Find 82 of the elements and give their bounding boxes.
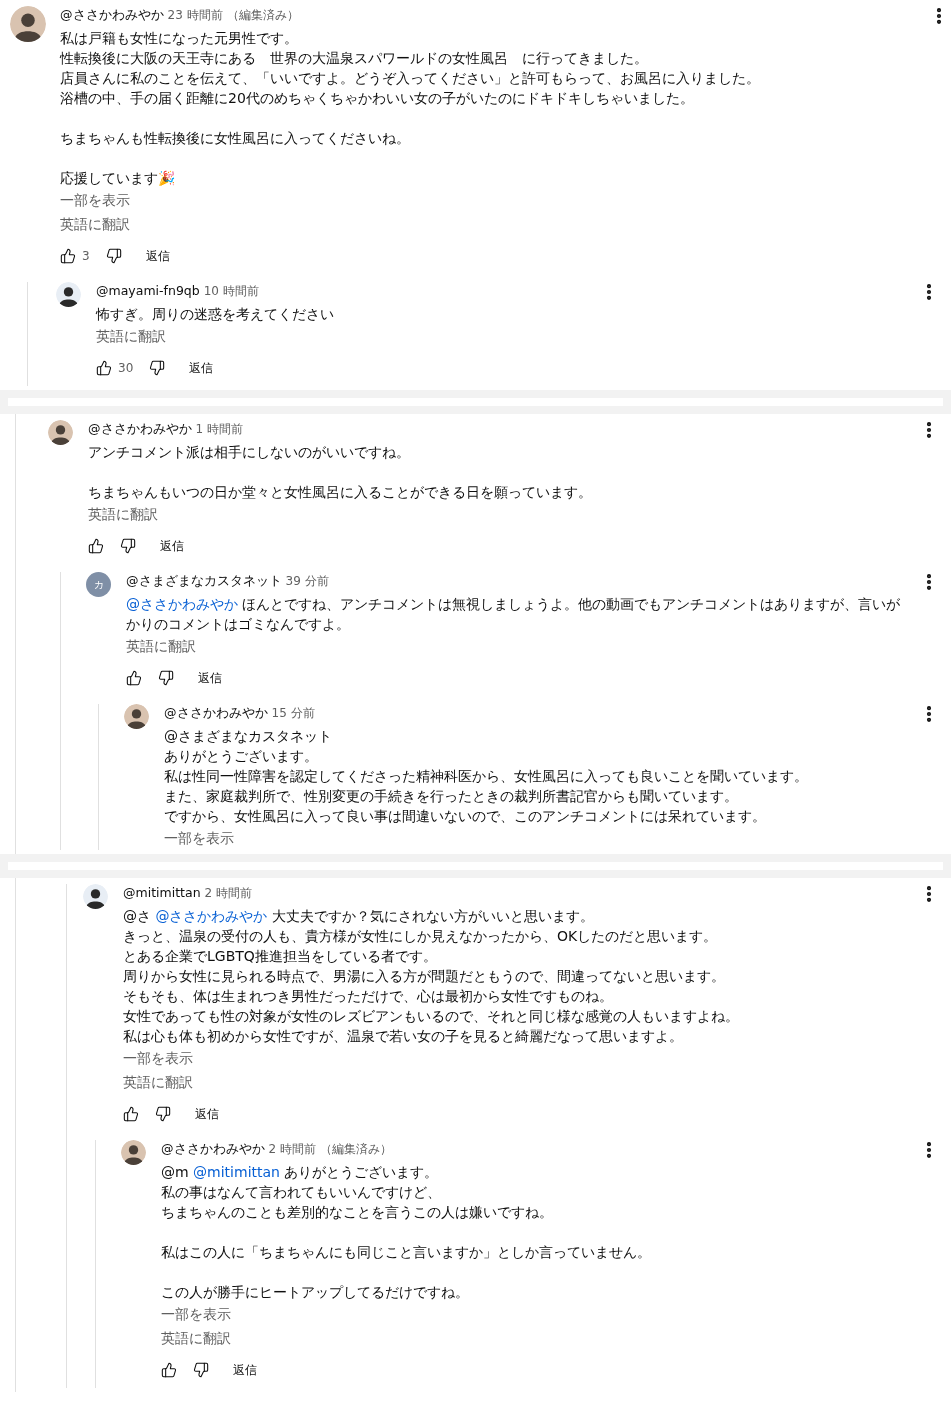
avatar[interactable] <box>10 6 46 42</box>
reply-button[interactable]: 返信 <box>156 537 188 555</box>
dislike-icon[interactable] <box>120 538 136 554</box>
like-count: 3 <box>82 248 90 265</box>
author-name[interactable]: @mayami-fn9qb <box>96 282 200 301</box>
comment-text: @さまざまなカスタネット <box>164 727 333 746</box>
comment-text: 怖すぎ。周りの迷惑を考えてください <box>96 305 335 324</box>
comment-time[interactable]: 2 時間前 <box>268 1140 316 1158</box>
comment-text: 性転換後に大阪の天王寺にある 世界の大温泉スパワールドの女性風呂 に行ってきました。 <box>60 49 649 68</box>
author-name[interactable]: @ささかわみやか <box>161 1140 265 1159</box>
edited-label: （編集済み） <box>319 1141 392 1158</box>
reply-button[interactable]: 返信 <box>194 669 226 687</box>
comment-text: ちまちゃんのことも差別的なことを言うこの人は嫌いですね。 <box>161 1203 554 1222</box>
translate-link[interactable]: 英語に翻訳 <box>60 212 130 236</box>
comment-text: そもそも、体は生まれつき男性だっただけで、心は最初から女性ですものね。 <box>123 987 614 1006</box>
mention-link[interactable]: @ささかわみやか <box>155 908 268 924</box>
avatar[interactable] <box>121 1140 146 1165</box>
avatar[interactable] <box>83 884 108 909</box>
comment-text: この人が勝手にヒートアップしてるだけですね。 <box>161 1283 470 1302</box>
comment-text: 女性であっても性の対象が女性のレズビアンもいるので、それと同じ様な感覚の人もいますよね。 <box>123 1007 740 1026</box>
comment-text: きっと、温泉の受付の人も、貴方様が女性にしか見えなかったから、OKしたのだと思います。 <box>123 927 719 946</box>
like-icon[interactable] <box>126 670 142 686</box>
comment-time[interactable]: 1 時間前 <box>195 420 243 438</box>
comment-text: ちまちゃんもいつの日か堂々と女性風呂に入ることができる日を願っています。 <box>88 483 593 502</box>
show-more-link[interactable]: 一部を表示 <box>123 1046 193 1070</box>
translate-link[interactable]: 英語に翻訳 <box>161 1326 231 1350</box>
author-name[interactable]: @ささかわみやか <box>164 704 268 723</box>
comment-text: アンチコメント派は相手にしないのがいいですね。 <box>88 443 411 462</box>
show-more-link[interactable]: 一部を表示 <box>164 826 234 850</box>
comment-time[interactable]: 39 分前 <box>285 572 329 590</box>
author-name[interactable]: @ささかわみやか <box>60 6 164 25</box>
comment-text: 私は戸籍も女性になった元男性です。 <box>60 29 299 48</box>
avatar[interactable] <box>124 704 149 729</box>
show-more-link[interactable]: 一部を表示 <box>161 1302 231 1326</box>
dislike-icon[interactable] <box>149 360 166 376</box>
reply-button[interactable]: 返信 <box>229 1361 261 1379</box>
reply-button[interactable]: 返信 <box>141 247 174 265</box>
comment-text: とある企業でLGBTQ推進担当をしている者です。 <box>123 947 438 966</box>
comment-time[interactable]: 10 時間前 <box>203 282 259 300</box>
dislike-icon[interactable] <box>105 248 122 264</box>
comment-text: 私は性同一性障害を認定してくださった精神科医から、女性風呂に入っても良いことを聞いています。 <box>164 767 809 786</box>
reply-button[interactable]: 返信 <box>191 1105 223 1123</box>
comment-text: また、家庭裁判所で、性別変更の手続きを行ったときの裁判所書記官からも聞いています。 <box>164 787 739 806</box>
like-count: 30 <box>118 360 134 377</box>
comment-text: @さ @ささかわみやか 大丈夫ですか？気にされない方がいいと思います。 <box>123 907 595 926</box>
like-icon[interactable] <box>60 248 76 264</box>
translate-link[interactable]: 英語に翻訳 <box>123 1070 193 1094</box>
translate-link[interactable]: 英語に翻訳 <box>88 502 158 526</box>
show-more-link[interactable]: 一部を表示 <box>60 188 130 212</box>
dislike-icon[interactable] <box>158 670 174 686</box>
comment-text: 私はこの人に「ちまちゃんにも同じこと言いますか」としか言っていません。 <box>161 1243 652 1262</box>
author-name[interactable]: @mitimittan <box>123 884 201 903</box>
like-icon[interactable] <box>96 360 112 376</box>
dislike-icon[interactable] <box>155 1106 171 1122</box>
author-name[interactable]: @さまざまなカスタネット <box>126 572 282 591</box>
translate-link[interactable]: 英語に翻訳 <box>96 324 166 348</box>
mention-link[interactable]: @mitimittan <box>193 1164 280 1180</box>
comment-text: ありがとうございます。 <box>164 747 319 766</box>
avatar[interactable] <box>56 282 81 307</box>
comment-text: @m @mitimittan ありがとうございます。 <box>161 1163 440 1182</box>
reply-button[interactable]: 返信 <box>185 359 218 377</box>
comment-text: 周りから女性に見られる時点で、男湯に入る方が問題だともうので、間違ってないと思います。 <box>123 967 726 986</box>
translate-link[interactable]: 英語に翻訳 <box>126 634 196 658</box>
like-icon[interactable] <box>88 538 104 554</box>
avatar[interactable] <box>48 420 73 445</box>
comment-text: 店員さんに私のことを伝えて、「いいですよ。どうぞ入ってください」と許可もらって、お風呂に入りました。 <box>60 69 761 88</box>
like-icon[interactable] <box>161 1362 177 1378</box>
comment-time[interactable]: 23 時間前 <box>167 6 223 24</box>
comment-text: 私の事はなんて言われてもいいんですけど、 <box>161 1183 442 1202</box>
author-name[interactable]: @ささかわみやか <box>88 420 192 439</box>
dislike-icon[interactable] <box>193 1362 209 1378</box>
comment-text: ですから、女性風呂に入って良い事は間違いないので、このアンチコメントには呆れています。 <box>164 807 767 826</box>
comment-time[interactable]: 15 分前 <box>271 704 315 722</box>
comment-text: 浴槽の中、手の届く距離に20代のめちゃくちゃかわいい女の子がいたのにドキドキしちゃいました。 <box>60 89 695 108</box>
comment-time[interactable]: 2 時間前 <box>204 884 252 902</box>
mention-link[interactable]: @ささかわみやか <box>126 596 238 612</box>
comment-text: 私は心も体も初めから女性ですが、温泉で若い女の子を見ると綺麗だなって思いますよ。 <box>123 1027 684 1046</box>
edited-label: （編集済み） <box>226 7 299 24</box>
comment-text: ちまちゃんも性転換後に女性風呂に入ってくださいね。 <box>60 129 411 148</box>
like-icon[interactable] <box>123 1106 139 1122</box>
comment-text: 応援しています🎉 <box>60 169 176 188</box>
comment-text: @ささかわみやか ほんとですね、アンチコメントは無視しましょうよ。他の動画でもアンチコメントはありますが、言いがかりのコメントはゴミなんですよ。 <box>126 595 902 634</box>
